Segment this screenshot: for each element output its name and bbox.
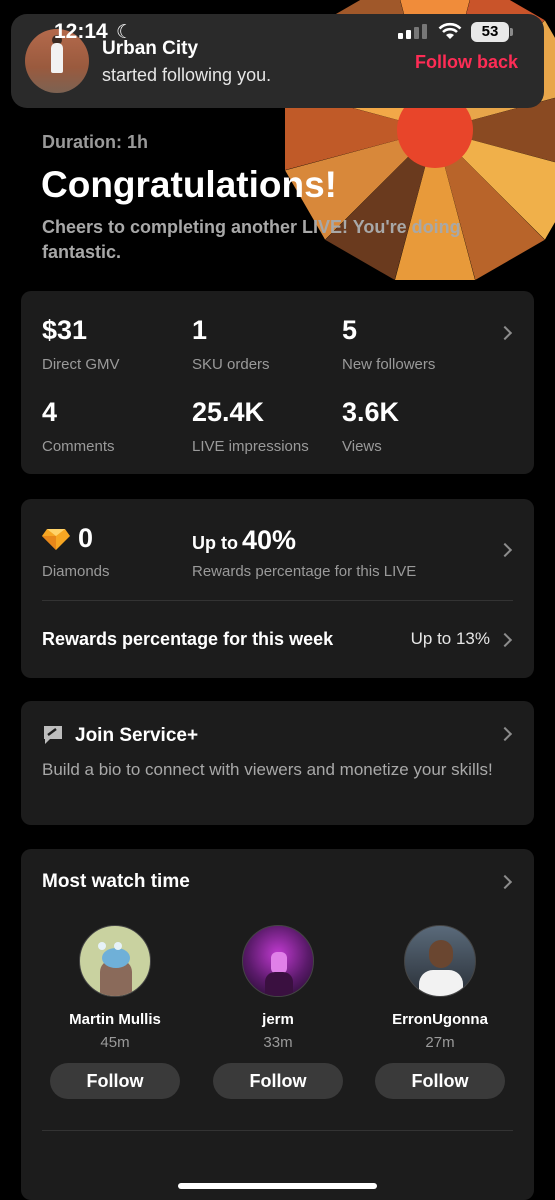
viewer-watch-time: 33m [263,1034,293,1051]
wifi-icon [438,22,462,39]
viewer-card: Martin Mullis 45m Follow [45,925,185,1099]
chevron-right-icon [497,726,513,742]
most-watch-time-card: Most watch time Martin Mullis 45m Follow… [21,849,534,1200]
diamond-icon [42,528,70,550]
service-chat-icon [44,726,62,744]
live-rewards-label: Rewards percentage for this LIVE [192,563,417,580]
page-title: Congratulations! [41,164,337,205]
home-indicator[interactable] [178,1183,377,1189]
viewer-name: jerm [262,1011,294,1028]
avatar[interactable] [404,925,476,997]
status-time: 12:14 [54,20,108,43]
avatar[interactable] [242,925,314,997]
live-stats-card[interactable]: $31 Direct GMV 1 SKU orders 5 New followers… [21,291,534,474]
chevron-right-icon[interactable] [497,874,513,890]
status-bar: 12:14 ☾ 53 [0,0,555,56]
service-description: Build a bio to connect with viewers and … [42,760,493,779]
viewer-watch-time: 45m [100,1034,130,1051]
follow-button[interactable]: Follow [213,1063,343,1099]
notification-message: started following you. [102,65,272,85]
cellular-signal-icon [398,24,427,39]
diamonds-value-row: 0 [42,523,93,554]
chevron-right-icon[interactable] [497,325,513,341]
chevron-right-icon [497,632,513,648]
service-title: Join Service+ [75,725,199,746]
moon-icon: ☾ [116,22,134,43]
follow-button[interactable]: Follow [50,1063,180,1099]
join-service-card[interactable]: Join Service+ Build a bio to connect wit… [21,701,534,825]
viewer-card: ErronUgonna 27m Follow [370,925,510,1099]
live-rewards-percentage: Up to 40% [192,525,297,555]
divider [42,1130,513,1131]
stat-views: 3.6K Views [342,397,400,455]
viewer-name: Martin Mullis [69,1011,161,1028]
viewer-watch-time: 27m [425,1034,455,1051]
avatar[interactable] [79,925,151,997]
live-duration: Duration: 1h [42,132,148,152]
stat-live-impressions: 25.4K LIVE impressions [192,397,309,455]
diamonds-value: 0 [78,523,94,553]
diamonds-label: Diamonds [42,563,110,580]
follow-button[interactable]: Follow [375,1063,505,1099]
stat-new-followers: 5 New followers [342,315,436,373]
most-watch-time-title: Most watch time [42,871,190,892]
stat-comments: 4 Comments [42,397,115,455]
viewer-name: ErronUgonna [392,1011,488,1028]
weekly-rewards-row[interactable]: Rewards percentage for this week Up to 1… [21,601,534,678]
page-subtitle: Cheers to completing another LIVE! You'r… [42,217,461,262]
rewards-card: 0 Diamonds Up to 40% Rewards percentage f… [21,499,534,678]
stat-sku-orders: 1 SKU orders [192,315,270,373]
weekly-rewards-label: Rewards percentage for this week [42,629,334,649]
chevron-right-icon[interactable] [497,542,513,558]
battery-icon: 53 [471,22,513,42]
stat-direct-gmv: $31 Direct GMV [42,315,120,373]
viewer-card: jerm 33m Follow [208,925,348,1099]
weekly-rewards-value: Up to 13% [410,629,490,648]
